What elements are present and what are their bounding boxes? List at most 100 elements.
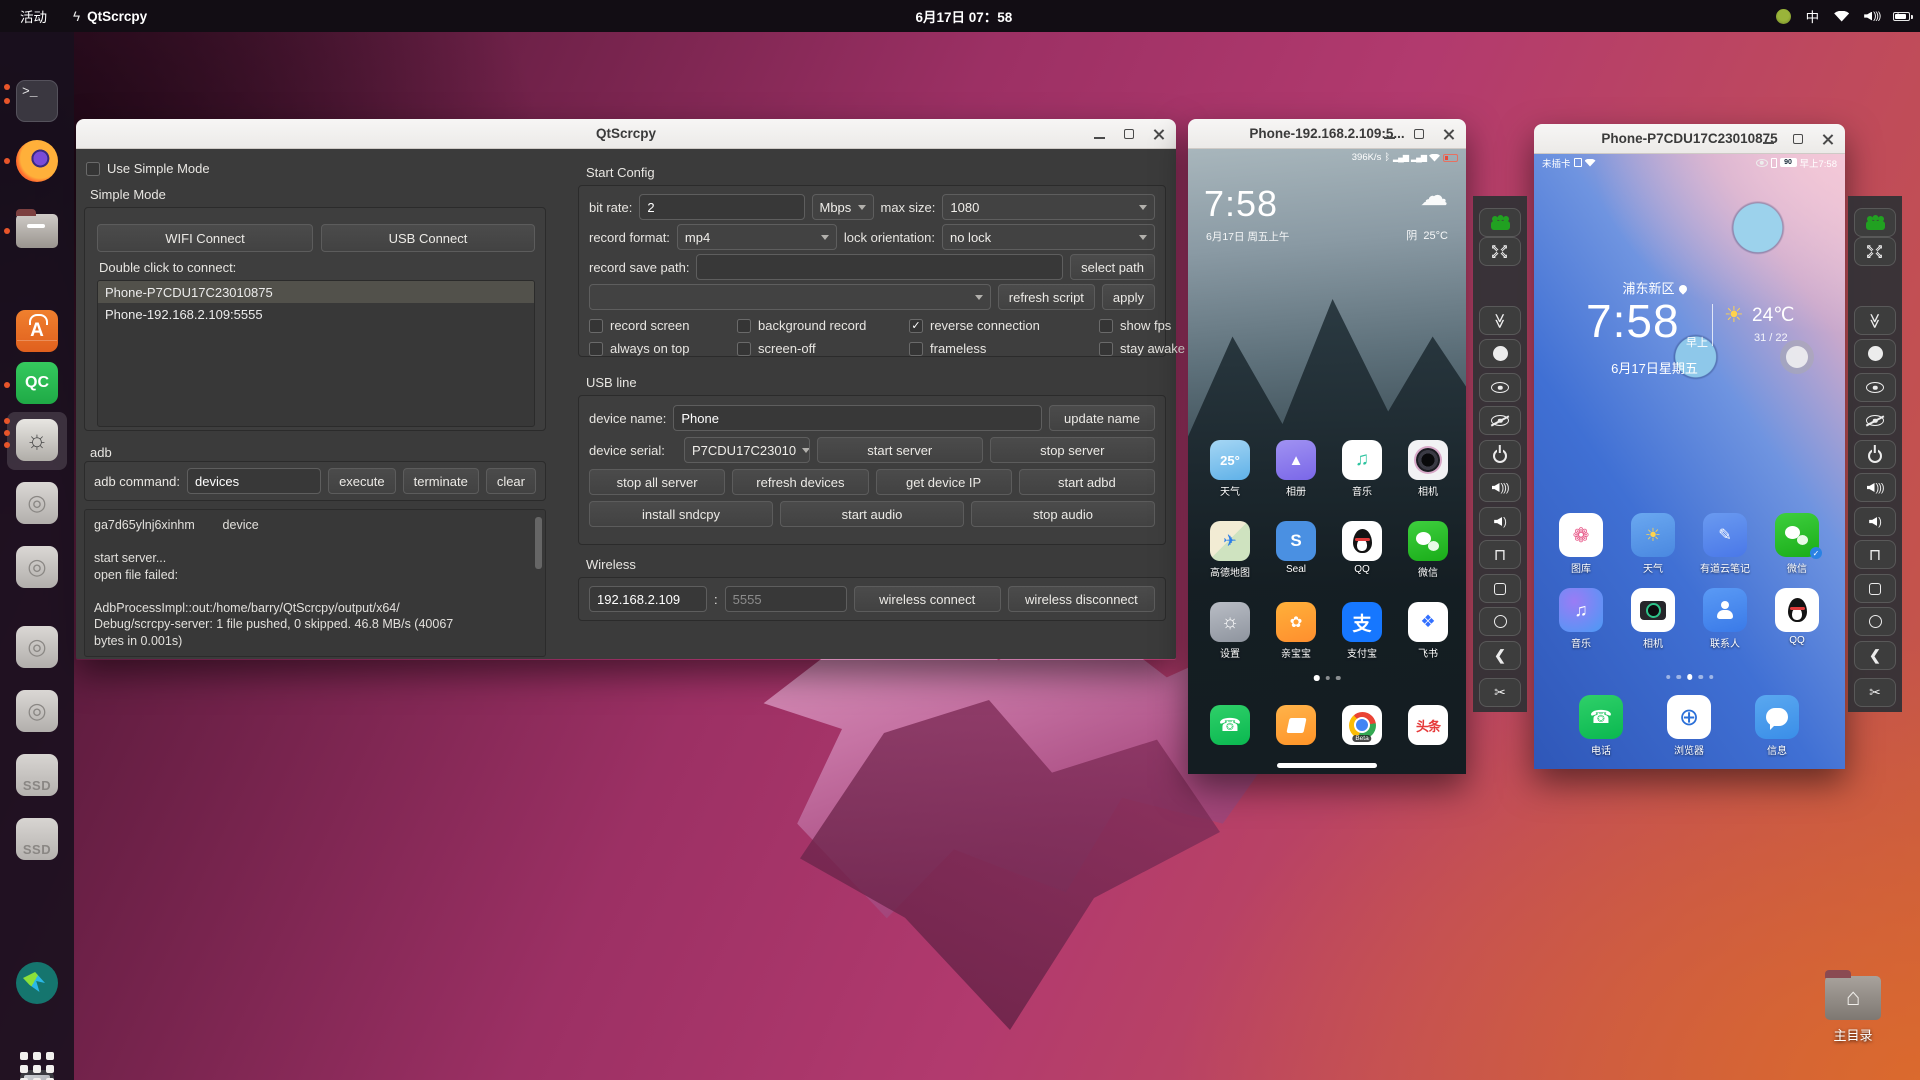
dock-item-qtscrcpy[interactable]: QC (16, 362, 58, 404)
screen-on-button[interactable] (1854, 373, 1896, 402)
dock-app-toutiao[interactable]: 头条 (1406, 705, 1450, 745)
screen-off-button[interactable] (1854, 406, 1896, 435)
terminate-button[interactable]: terminate (402, 468, 479, 494)
app-qq[interactable]: QQ (1775, 588, 1819, 646)
app-youdao-note[interactable]: ✎ 有道云笔记 (1700, 513, 1750, 575)
app-gallery[interactable]: ❁ 图库 (1559, 513, 1603, 575)
back-button[interactable]: ❮ (1479, 641, 1521, 670)
wireless-ip-input[interactable]: 192.168.2.109 (589, 586, 707, 612)
app-settings[interactable]: ☼ 设置 (1208, 602, 1252, 660)
group-control-button[interactable] (1479, 208, 1521, 237)
dock-item-settings[interactable]: ☼ (16, 419, 58, 461)
maximize-button[interactable] (1412, 127, 1426, 141)
dock-item-ssd-1[interactable]: SSD (16, 754, 58, 796)
home-indicator[interactable] (1277, 763, 1377, 768)
get-device-ip-button[interactable]: get device IP (875, 469, 1012, 495)
usb-connect-button[interactable]: USB Connect (321, 224, 535, 252)
bit-rate-unit-select[interactable]: Mbps (811, 194, 874, 220)
dock-app-dialer[interactable]: ☎ 电话 (1579, 695, 1623, 757)
app-music[interactable]: ♫ 音乐 (1340, 440, 1384, 498)
app-qinbaobao[interactable]: ✿ 亲宝宝 (1274, 602, 1318, 660)
app-seal[interactable]: S Seal (1274, 521, 1318, 575)
volume-up-button[interactable]: ))) (1854, 473, 1896, 502)
clear-button[interactable]: clear (485, 468, 536, 494)
power-button[interactable] (1479, 440, 1521, 469)
execute-button[interactable]: execute (328, 468, 396, 494)
log-scrollbar[interactable] (535, 517, 542, 569)
wifi-connect-button[interactable]: WIFI Connect (97, 224, 313, 252)
app-gallery[interactable]: ▲ 相册 (1274, 440, 1318, 498)
app-switch-button[interactable] (1854, 574, 1896, 603)
dock-item-disk-1[interactable]: ◎ (16, 482, 58, 524)
minimize-button[interactable] (1382, 127, 1396, 141)
refresh-script-button[interactable]: refresh script (997, 284, 1095, 310)
qtscrcpy-titlebar[interactable]: QtScrcpy (76, 119, 1176, 149)
volume-down-button[interactable]: ) (1854, 507, 1896, 536)
stay-awake-checkbox[interactable] (1099, 341, 1113, 356)
stop-audio-button[interactable]: stop audio (971, 501, 1155, 527)
volume-down-button[interactable]: ) (1479, 507, 1521, 536)
home-folder-shortcut[interactable]: ⌂ 主目录 (1820, 970, 1886, 1044)
dock-item-disk-2[interactable]: ◎ (16, 546, 58, 588)
app-switch-button[interactable] (1479, 574, 1521, 603)
dock-item-files[interactable] (16, 209, 58, 248)
android-status-icon[interactable] (1775, 8, 1791, 24)
power-button[interactable] (1854, 440, 1896, 469)
close-button[interactable] (1442, 127, 1456, 141)
expand-button[interactable]: ≫ (1479, 306, 1521, 335)
dock-item-origami-app[interactable] (16, 962, 58, 1004)
lock-orientation-select[interactable]: no lock (941, 224, 1155, 250)
record-screen-checkbox[interactable] (589, 318, 603, 333)
adb-log-output[interactable]: ga7d65ylnj6xinhm device start server... … (84, 509, 546, 657)
dock-app-dialer[interactable]: ☎ (1208, 705, 1252, 745)
phone1-titlebar[interactable]: Phone-192.168.2.109:5... (1188, 119, 1466, 149)
volume-icon[interactable]: ))) (1864, 11, 1881, 22)
input-method-indicator[interactable]: 中 (1806, 6, 1820, 26)
device-name-input[interactable]: Phone (673, 405, 1042, 431)
clock-button[interactable]: 6月17日 07：58 (915, 0, 1012, 32)
flip-button[interactable]: ⊓ (1479, 540, 1521, 569)
dock-item-disk-3[interactable]: ◎ (16, 626, 58, 668)
minimize-button[interactable] (1761, 132, 1775, 146)
background-record-checkbox[interactable] (737, 318, 751, 333)
start-audio-button[interactable]: start audio (780, 501, 964, 527)
phone2-screen[interactable]: 未插卡 90 早上7:58 浦东新区 7:58 早上 ☀ 24℃ 31 / 22… (1534, 154, 1845, 769)
screen-cut-button[interactable]: ✂ (1479, 678, 1521, 707)
app-wechat[interactable]: ✓ 微信 (1775, 513, 1822, 575)
start-adbd-button[interactable]: start adbd (1018, 469, 1155, 495)
app-wechat[interactable]: 微信 (1406, 521, 1450, 579)
app-weather[interactable]: ☀ 天气 (1631, 513, 1675, 575)
dock-item-terminal[interactable]: >_ (16, 80, 58, 122)
activities-button[interactable]: 活动 (20, 6, 47, 26)
wifi-icon[interactable] (1834, 10, 1850, 22)
dock-app-messages[interactable] (1274, 705, 1318, 745)
wireless-connect-button[interactable]: wireless connect (853, 586, 1001, 612)
dock-item-disk-4[interactable]: ◎ (16, 690, 58, 732)
wireless-port-input[interactable]: 5555 (724, 586, 847, 612)
apply-button[interactable]: apply (1101, 284, 1155, 310)
max-size-select[interactable]: 1080 (942, 194, 1155, 220)
app-weather[interactable]: 25° 天气 (1208, 440, 1252, 498)
app-qq[interactable]: QQ (1340, 521, 1384, 575)
home-button[interactable] (1479, 607, 1521, 636)
app-feishu[interactable]: ❖ 飞书 (1406, 602, 1450, 660)
stop-all-server-button[interactable]: stop all server (589, 469, 726, 495)
group-control-button[interactable] (1854, 208, 1896, 237)
maximize-button[interactable] (1791, 132, 1805, 146)
phone2-titlebar[interactable]: Phone-P7CDU17C23010875 (1534, 124, 1845, 154)
stop-server-button[interactable]: stop server (989, 437, 1155, 463)
app-camera[interactable]: 相机 (1406, 440, 1450, 498)
select-path-button[interactable]: select path (1070, 254, 1155, 280)
phone1-screen[interactable]: 396K/s ᛒ ▂▄▆ ▂▄▆ 7:58 6月17日 周五上午 ☁ 阴 25°… (1188, 149, 1466, 774)
wireless-disconnect-button[interactable]: wireless disconnect (1007, 586, 1155, 612)
screenshot-button[interactable] (1479, 339, 1521, 368)
bit-rate-input[interactable]: 2 (639, 194, 805, 220)
use-simple-mode-checkbox[interactable] (86, 161, 100, 176)
dock-item-firefox[interactable] (16, 140, 58, 182)
adb-command-input[interactable]: devices (187, 468, 322, 494)
expand-button[interactable]: ≫ (1854, 306, 1896, 335)
dock-app-chrome[interactable]: Beta (1340, 705, 1384, 745)
fullscreen-button[interactable]: ⇖⇗ ⇙⇘ (1479, 237, 1521, 266)
home-button[interactable] (1854, 607, 1896, 636)
dock-item-ssd-2[interactable]: SSD (16, 818, 58, 860)
